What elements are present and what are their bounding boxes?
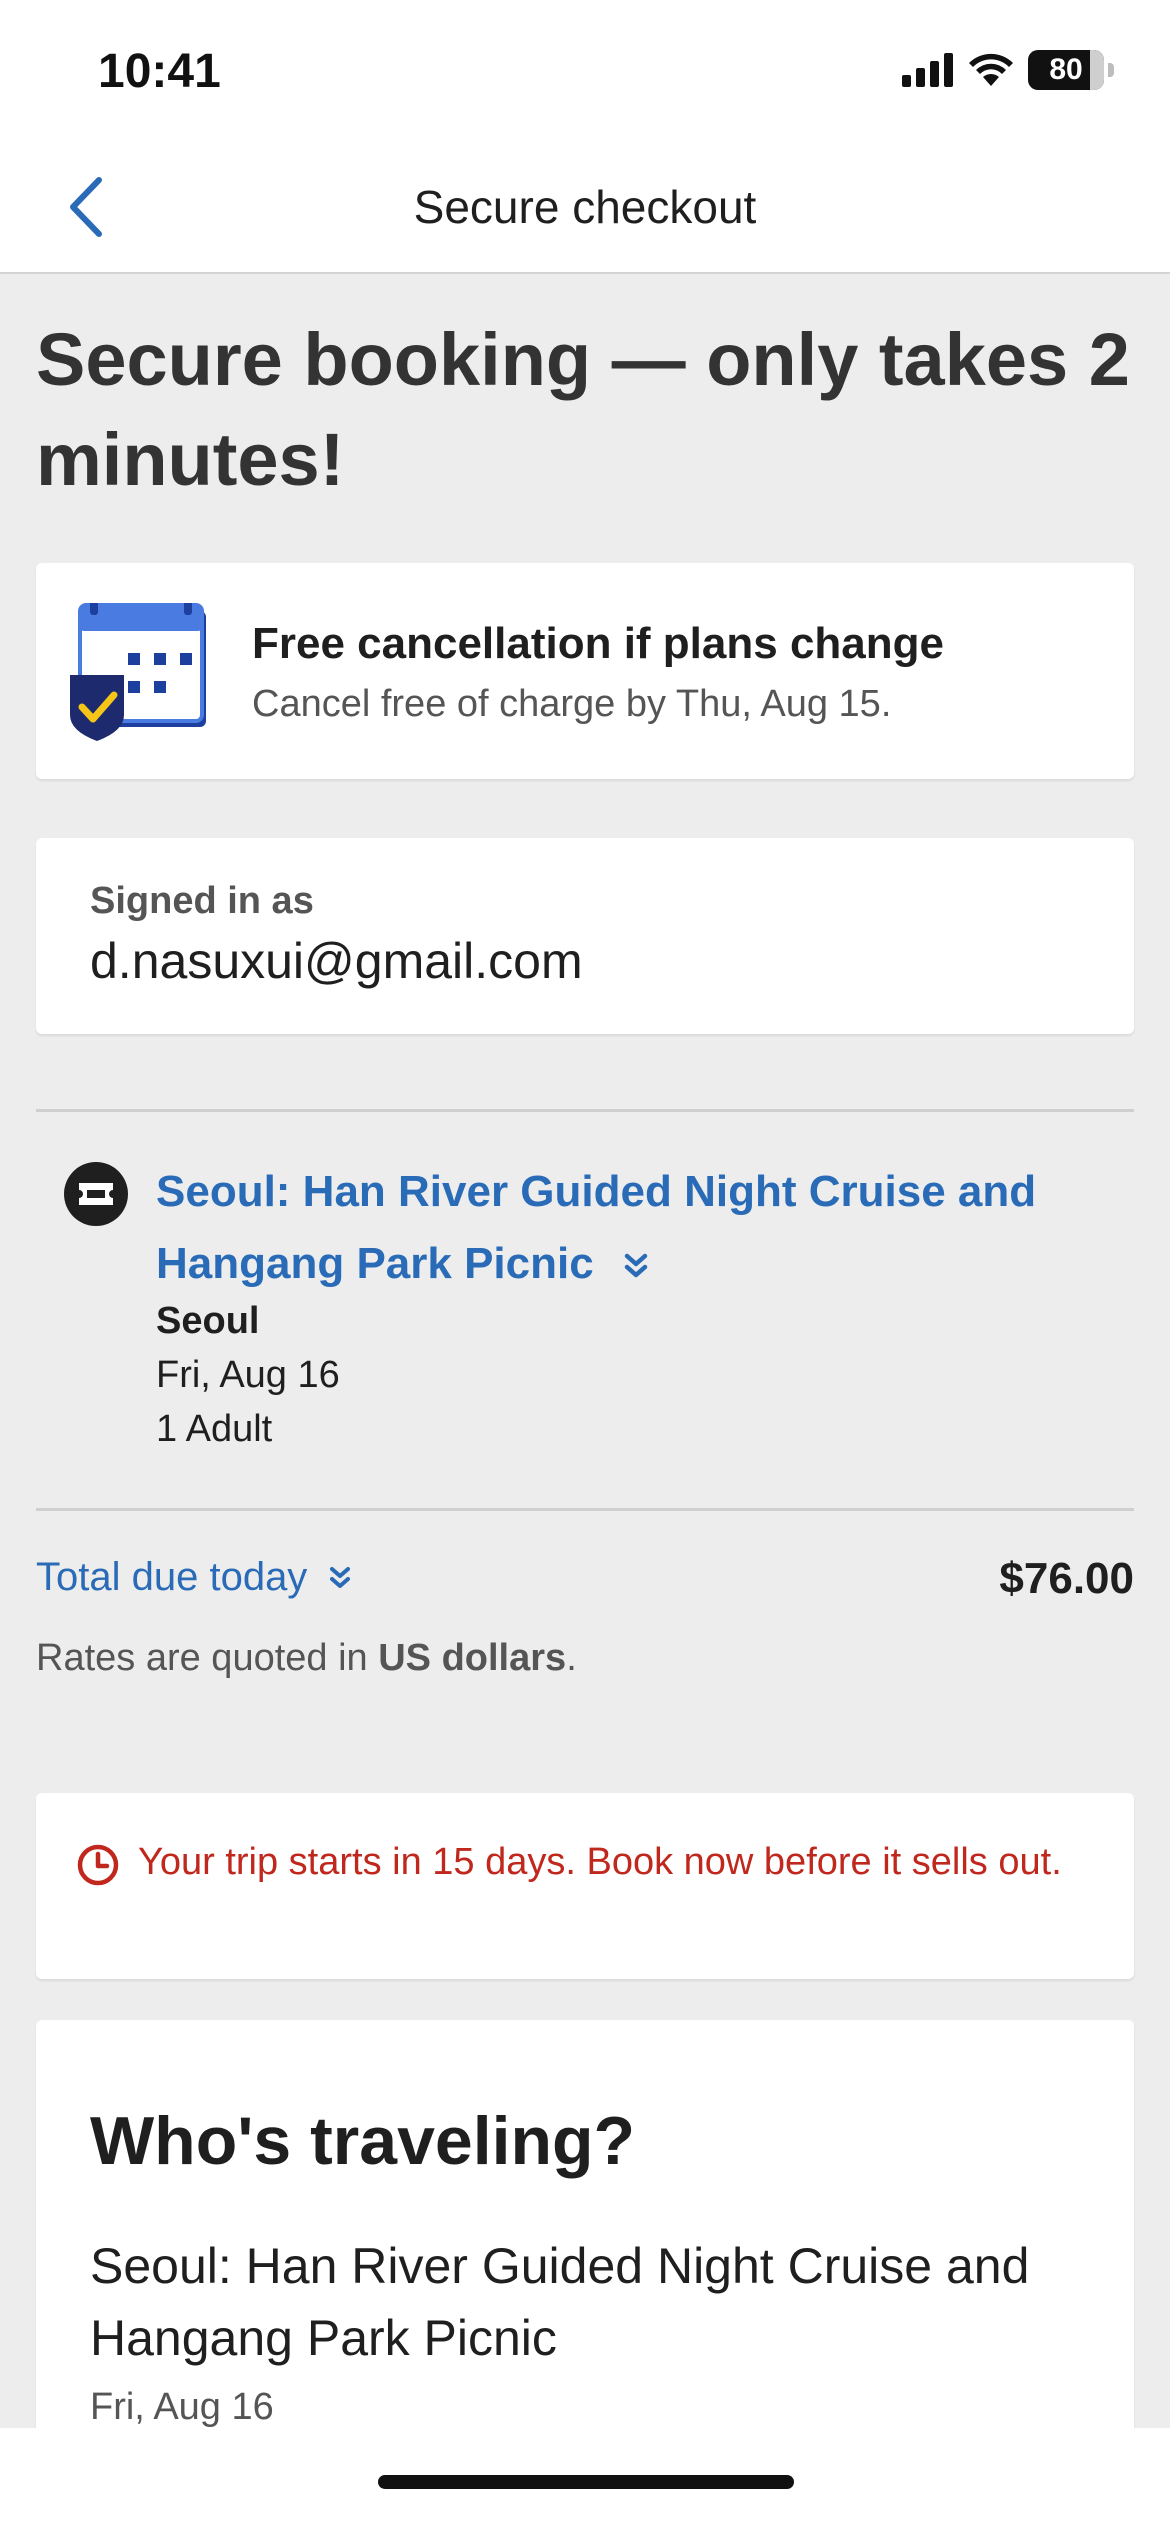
signed-in-email: d.nasuxui@gmail.com [90,933,583,989]
page-headline: Secure booking — only takes 2 minutes! [36,318,1130,501]
activity-guests: 1 Adult [156,1408,273,1450]
battery-icon: 80 [1028,50,1104,90]
rates-prefix: Rates are quoted in [36,1637,379,1679]
activity-city: Seoul [156,1300,260,1342]
travelers-activity: Seoul: Han River Guided Night Cruise and… [90,2238,1030,2366]
home-indicator[interactable] [378,2475,794,2489]
travelers-date: Fri, Aug 16 [90,2386,274,2428]
calendar-shield-icon [70,603,206,741]
urgency-card: Your trip starts in 15 days. Book now be… [36,1793,1134,1979]
signed-in-card: Signed in as d.nasuxui@gmail.com [36,838,1134,1034]
signed-in-label: Signed in as [90,880,314,922]
status-time: 10:41 [98,45,221,98]
total-due-label: Total due today [36,1555,308,1599]
total-due-toggle[interactable]: Total due today [36,1555,351,1600]
activity-date: Fri, Aug 16 [156,1354,340,1396]
divider [36,1109,1134,1112]
nav-bar: Secure checkout [0,140,1170,274]
cellular-signal-icon [902,53,953,87]
nav-title: Secure checkout [413,181,757,233]
ticket-icon [64,1162,128,1226]
activity-title: Seoul: Han River Guided Night Cruise and… [156,1167,1037,1288]
free-cancellation-card: Free cancellation if plans change Cancel… [36,563,1134,779]
status-bar: 10:41 80 [0,0,1170,140]
total-amount: $76.00 [999,1554,1134,1603]
double-chevron-down-icon[interactable] [624,1253,648,1279]
rates-currency: US dollars [378,1637,567,1679]
activity-title-link[interactable]: Seoul: Han River Guided Night Cruise and… [156,1156,1096,1300]
double-chevron-down-icon [330,1566,351,1588]
status-icons: 80 [902,50,1114,90]
travelers-card: Who's traveling? Seoul: Han River Guided… [36,2020,1134,2440]
urgency-message: Your trip starts in 15 days. Book now be… [138,1841,1062,1883]
clock-icon [77,1844,119,1886]
cancellation-subtitle: Cancel free of charge by Thu, Aug 15. [252,683,892,725]
battery-level: 80 [1049,53,1083,86]
wifi-icon [969,53,1013,86]
cancellation-title: Free cancellation if plans change [252,619,944,668]
rates-suffix: . [566,1637,577,1679]
rates-note: Rates are quoted in US dollars. [36,1637,577,1680]
travelers-heading: Who's traveling? [90,2103,636,2179]
divider [36,1508,1134,1511]
battery-tip [1108,63,1114,77]
